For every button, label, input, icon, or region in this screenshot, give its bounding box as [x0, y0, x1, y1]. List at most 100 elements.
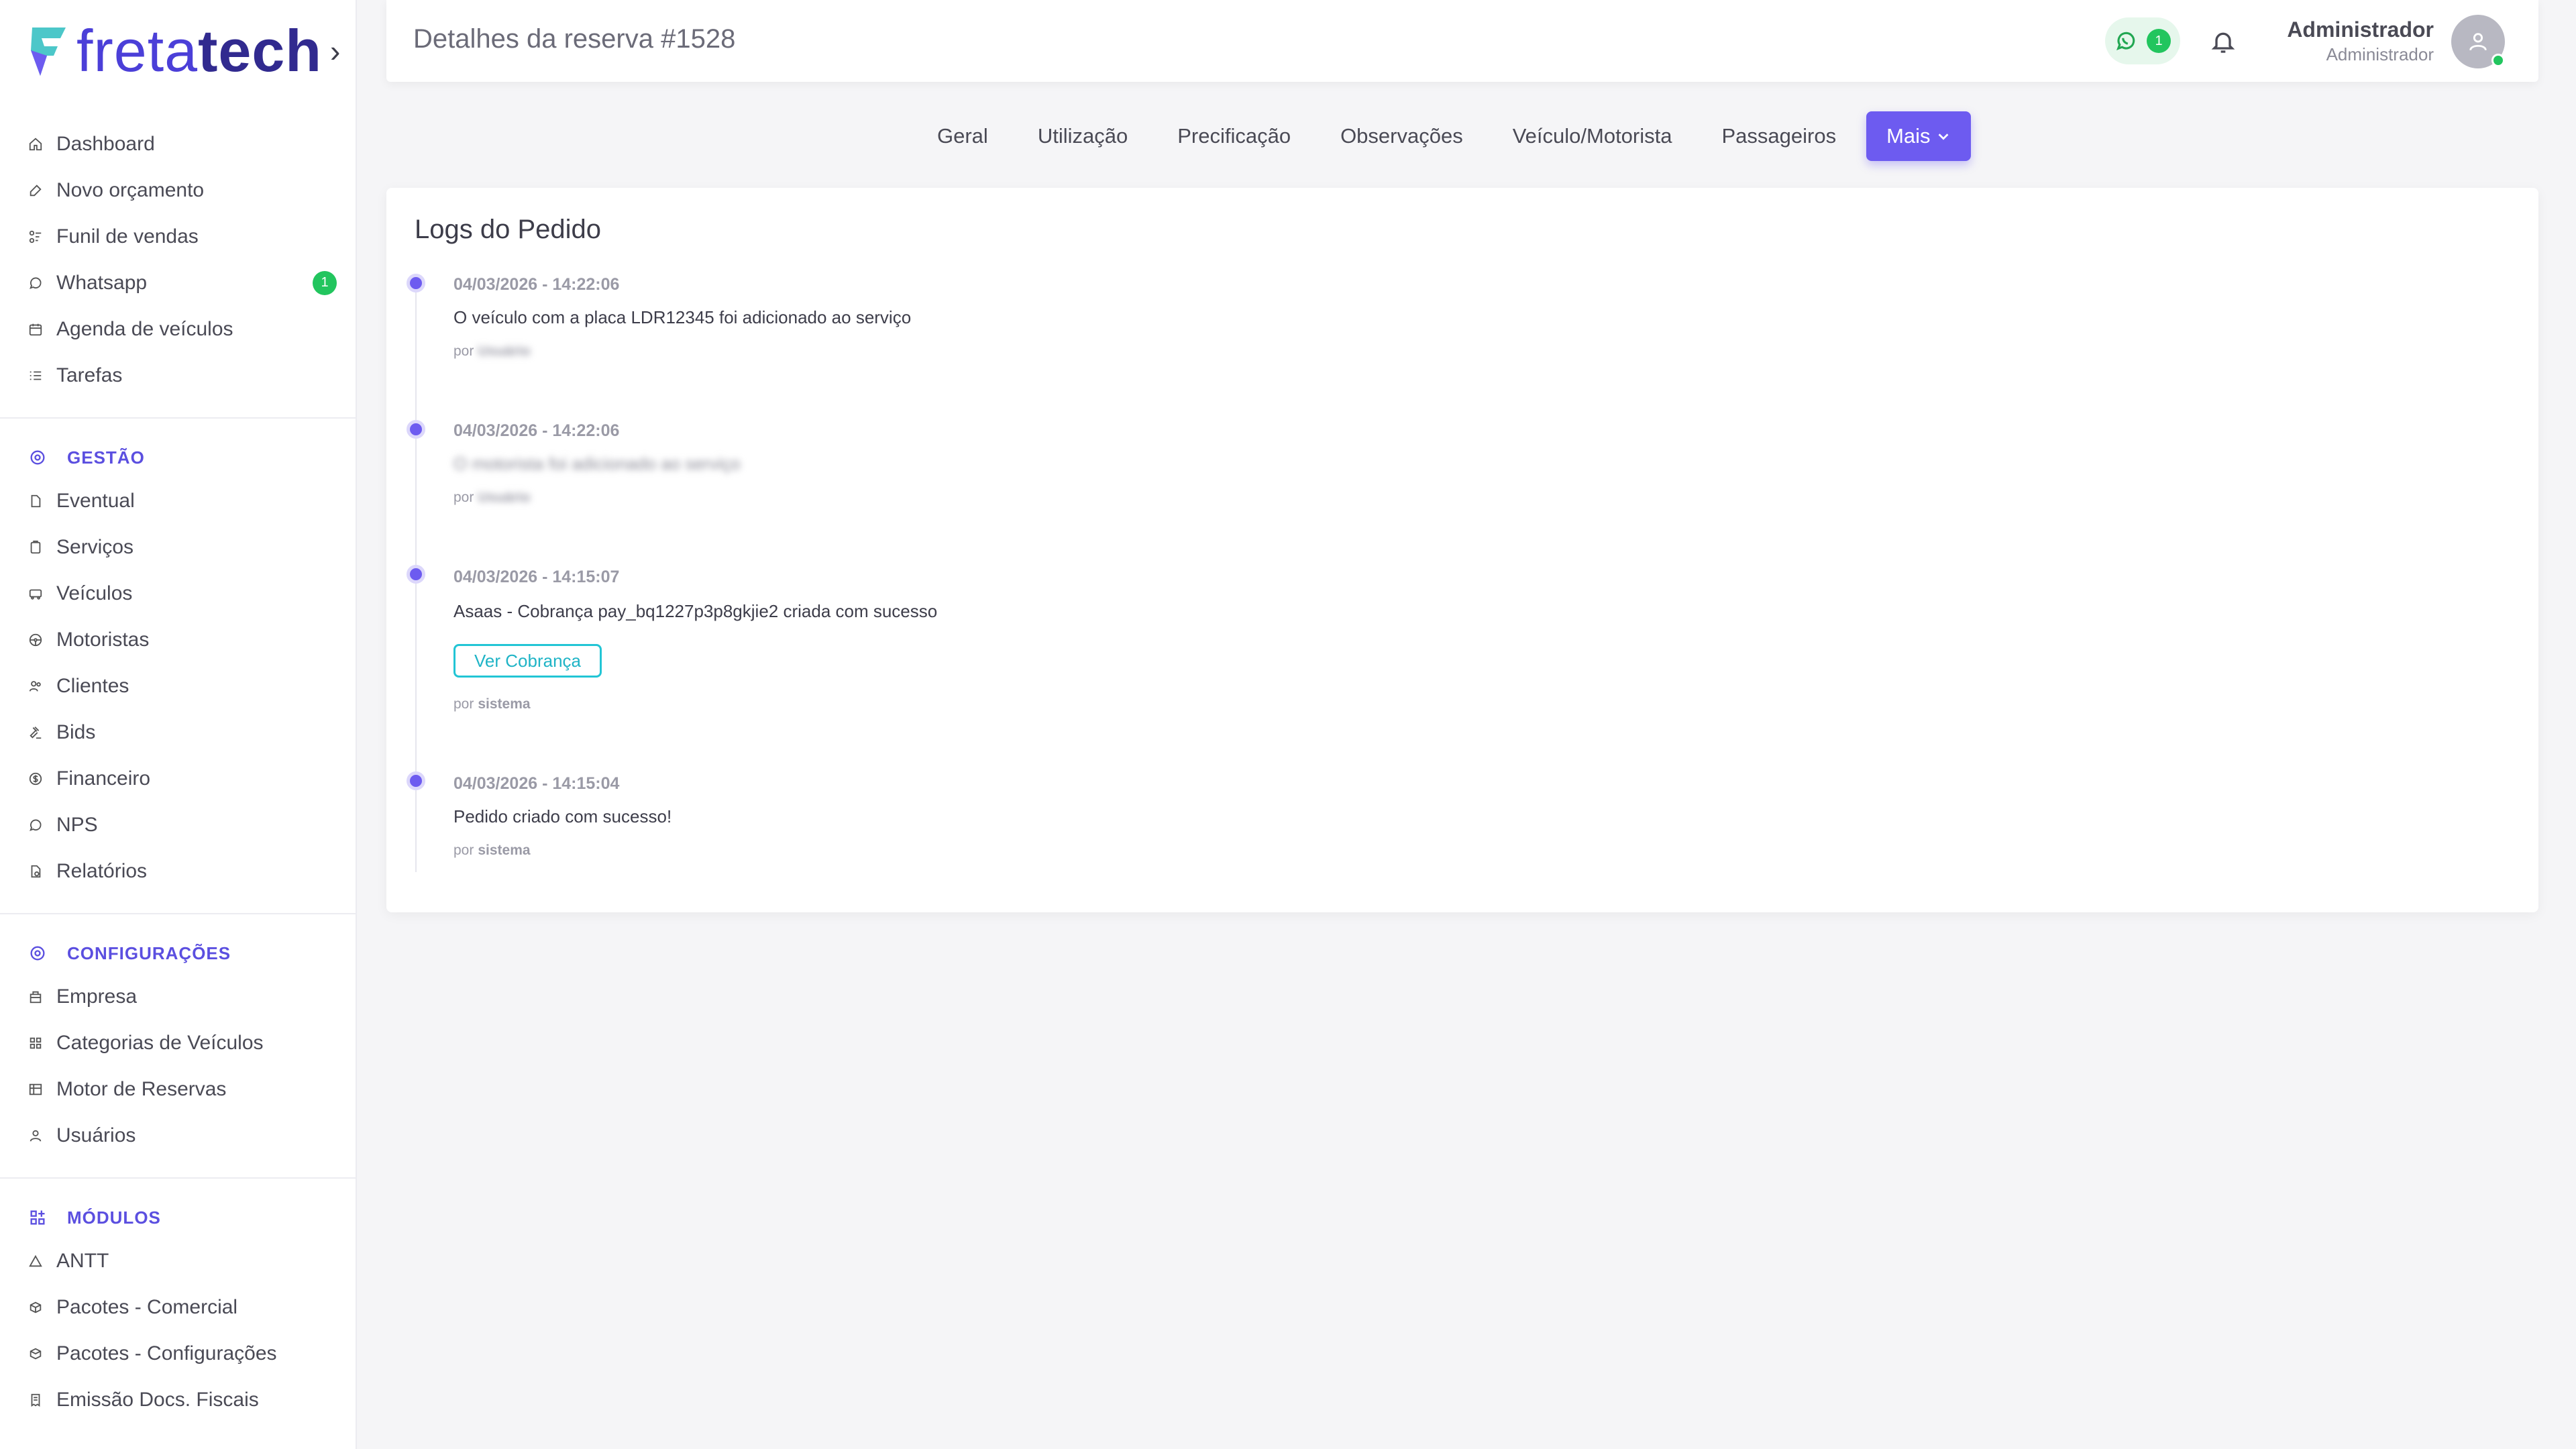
- sidebar-item-label: Usuários: [56, 1124, 136, 1146]
- app-root: fretatech › Dashboard Novo orçamento Fun…: [0, 0, 2576, 1449]
- tab-veiculo-motorista[interactable]: Veículo/Motorista: [1488, 111, 1697, 161]
- bell-icon[interactable]: [2210, 28, 2237, 55]
- sidebar-divider: [0, 417, 356, 419]
- sidebar-item-label: Pacotes - Comercial: [56, 1295, 238, 1318]
- sidebar-item-emissao-docs-fiscais[interactable]: Emissão Docs. Fiscais: [0, 1377, 356, 1423]
- edit-icon: [28, 183, 43, 198]
- ver-cobranca-button[interactable]: Ver Cobrança: [453, 644, 602, 678]
- brand-name: fretatech: [76, 21, 322, 80]
- sidebar-item-pacotes-configuracoes[interactable]: Pacotes - Configurações: [0, 1330, 356, 1377]
- modules-icon: [28, 1208, 47, 1227]
- log-author-prefix: por: [453, 343, 474, 359]
- home-icon: [28, 137, 43, 152]
- sidebar-item-label: Funil de vendas: [56, 225, 199, 248]
- whatsapp-button[interactable]: 1: [2105, 17, 2180, 64]
- brand-mark-icon: [31, 28, 66, 76]
- sidebar-item-usuarios[interactable]: Usuários: [0, 1112, 356, 1159]
- tab-mais-dropdown[interactable]: Mais: [1866, 111, 1971, 161]
- sidebar-item-dashboard[interactable]: Dashboard: [0, 121, 356, 167]
- tab-geral[interactable]: Geral: [912, 111, 1013, 161]
- sidebar-item-financeiro[interactable]: Financeiro: [0, 755, 356, 802]
- sidebar-item-label: Whatsapp: [56, 271, 148, 294]
- section-gestao: GESTÃO: [0, 437, 356, 478]
- log-author: por sistema: [453, 843, 531, 859]
- page-title: Detalhes da reserva #1528: [413, 24, 736, 54]
- log-date: 04/03/2026 - 14:22:06: [453, 275, 620, 294]
- bus-icon: [28, 586, 43, 601]
- sidebar-item-label: Categorias de Veículos: [56, 1031, 264, 1054]
- timeline-dot: [407, 565, 425, 584]
- section-configuracoes: CONFIGURAÇÕES: [0, 933, 356, 973]
- logs-card: Logs do Pedido 04/03/2026 - 14:22:06 O v…: [386, 188, 2538, 912]
- log-author-prefix: por: [453, 490, 474, 505]
- sidebar-item-whatsapp[interactable]: Whatsapp 1: [0, 260, 356, 306]
- top-header: Detalhes da reserva #1528 1 Administrado…: [386, 0, 2538, 82]
- sidebar-item-novo-orcamento[interactable]: Novo orçamento: [0, 167, 356, 213]
- table-icon: [28, 1082, 43, 1097]
- sidebar-item-label: Motor de Reservas: [56, 1077, 227, 1100]
- chat-icon: [28, 818, 43, 833]
- tab-passageiros[interactable]: Passageiros: [1697, 111, 1862, 161]
- sidebar-item-label: Pacotes - Configurações: [56, 1342, 277, 1364]
- funnel-icon: [28, 229, 43, 244]
- gear-icon: [28, 944, 47, 963]
- sidebar-item-agenda-de-veiculos[interactable]: Agenda de veículos: [0, 306, 356, 352]
- sidebar-item-label: Novo orçamento: [56, 178, 205, 201]
- log-author-name: Usuário: [478, 343, 531, 359]
- whatsapp-icon: [28, 276, 43, 290]
- timeline-dot: [407, 274, 425, 292]
- brand-name-part1: freta: [76, 17, 199, 84]
- log-message: O motorista foi adicionado ao serviço: [453, 453, 741, 474]
- log-author-name: Usuário: [478, 490, 531, 505]
- sidebar-item-nps[interactable]: NPS: [0, 802, 356, 848]
- sidebar-item-motoristas[interactable]: Motoristas: [0, 616, 356, 663]
- sidebar-item-label: Dashboard: [56, 132, 155, 155]
- tab-utilizacao[interactable]: Utilização: [1013, 111, 1152, 161]
- package-icon: [28, 1300, 43, 1315]
- sidebar-item-categorias-de-veiculos[interactable]: Categorias de Veículos: [0, 1020, 356, 1066]
- sidebar-item-label: Financeiro: [56, 767, 151, 790]
- sidebar-item-clientes[interactable]: Clientes: [0, 663, 356, 709]
- sidebar-item-pacotes-comercial[interactable]: Pacotes - Comercial: [0, 1284, 356, 1330]
- log-message: Asaas - Cobrança pay_bq1227p3p8gkjie2 cr…: [453, 601, 938, 621]
- sidebar-item-motor-de-reservas[interactable]: Motor de Reservas: [0, 1066, 356, 1112]
- brand-logo[interactable]: fretatech ›: [28, 17, 340, 85]
- tab-observacoes[interactable]: Observações: [1316, 111, 1488, 161]
- sidebar-item-antt[interactable]: ANTT: [0, 1238, 356, 1284]
- log-author-prefix: por: [453, 696, 474, 712]
- sidebar-item-tarefas[interactable]: Tarefas: [0, 352, 356, 398]
- sidebar-item-label: Empresa: [56, 985, 138, 1008]
- log-date: 04/03/2026 - 14:15:04: [453, 774, 620, 793]
- log-message: Pedido criado com sucesso!: [453, 806, 672, 826]
- sidebar-item-relatorios[interactable]: Relatórios: [0, 848, 356, 894]
- user-icon: [28, 1128, 43, 1143]
- sidebar-item-servicos[interactable]: Serviços: [0, 524, 356, 570]
- log-date: 04/03/2026 - 14:15:07: [453, 568, 620, 586]
- section-modulos: MÓDULOS: [0, 1197, 356, 1238]
- users-icon: [28, 679, 43, 694]
- sidebar: fretatech › Dashboard Novo orçamento Fun…: [0, 0, 357, 1449]
- chevron-right-icon[interactable]: ›: [330, 33, 340, 69]
- sidebar-item-eventual[interactable]: Eventual: [0, 478, 356, 524]
- tab-precificacao[interactable]: Precificação: [1152, 111, 1316, 161]
- timeline-dot: [407, 420, 425, 439]
- sidebar-item-funil-de-vendas[interactable]: Funil de vendas: [0, 213, 356, 260]
- sidebar-item-empresa[interactable]: Empresa: [0, 973, 356, 1020]
- sidebar-item-label: Relatórios: [56, 859, 148, 882]
- sidebar-item-bids[interactable]: Bids: [0, 709, 356, 755]
- chevron-down-icon: [1938, 133, 1948, 140]
- logs-title: Logs do Pedido: [415, 215, 602, 244]
- list-icon: [28, 368, 43, 383]
- brand-name-part2: tech: [198, 17, 323, 84]
- document-icon: [28, 494, 43, 508]
- sidebar-item-veiculos[interactable]: Veículos: [0, 570, 356, 616]
- sidebar-item-label: Agenda de veículos: [56, 317, 233, 340]
- whatsapp-icon: [2114, 30, 2137, 52]
- sidebar-item-label: Veículos: [56, 582, 133, 604]
- log-author-name: sistema: [478, 843, 531, 858]
- sidebar-nav: Dashboard Novo orçamento Funil de vendas…: [0, 121, 356, 1423]
- sidebar-item-label: Tarefas: [56, 364, 123, 386]
- steering-wheel-icon: [28, 633, 43, 647]
- user-name[interactable]: Administrador: [2287, 17, 2434, 42]
- avatar[interactable]: [2451, 15, 2505, 68]
